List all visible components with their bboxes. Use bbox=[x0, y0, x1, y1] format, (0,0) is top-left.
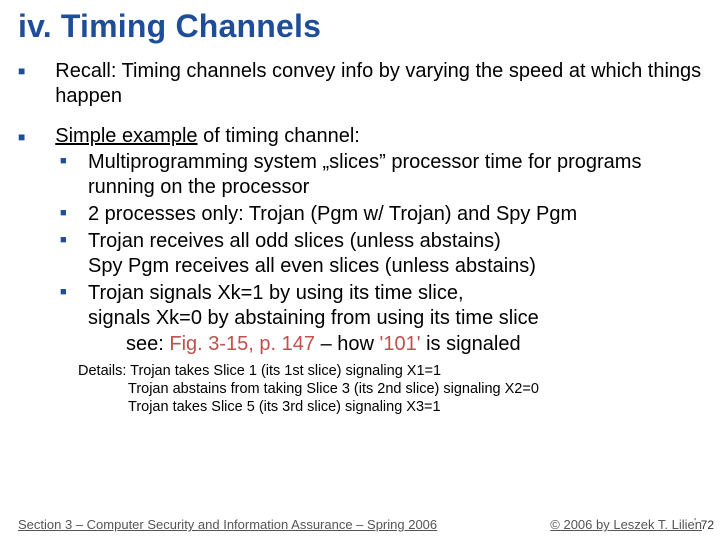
square-bullet-icon: ■ bbox=[18, 125, 25, 144]
see-value: '101' bbox=[380, 333, 421, 355]
details-line-1: Details: Trojan takes Slice 1 (its 1st s… bbox=[78, 362, 702, 380]
sub-bullet-1: ■ Multiprogramming system „slices” proce… bbox=[60, 150, 702, 200]
recall-text: Recall: Timing channels convey info by v… bbox=[55, 59, 702, 109]
sub-text-3: Trojan receives all odd slices (unless a… bbox=[88, 229, 536, 279]
stray-tick: ' bbox=[694, 517, 696, 528]
sub-bullet-4: ■ Trojan signals Xk=1 by using its time … bbox=[60, 281, 702, 331]
details-lead: Details: bbox=[78, 363, 130, 379]
details-line-3: Trojan takes Slice 5 (its 3rd slice) sig… bbox=[128, 398, 702, 416]
slide-title: iv. Timing Channels bbox=[18, 8, 702, 45]
details-l1: Trojan takes Slice 1 (its 1st slice) sig… bbox=[130, 363, 441, 379]
footer: Section 3 – Computer Security and Inform… bbox=[0, 517, 720, 532]
see-mid: – how bbox=[315, 333, 379, 355]
square-bullet-icon: ■ bbox=[60, 281, 88, 298]
details-block: Details: Trojan takes Slice 1 (its 1st s… bbox=[78, 362, 702, 416]
square-bullet-icon: ■ bbox=[18, 59, 25, 78]
sub-bullet-2: ■ 2 processes only: Trojan (Pgm w/ Troja… bbox=[60, 202, 702, 227]
footer-section: Section 3 – Computer Security and Inform… bbox=[18, 517, 437, 532]
sub-text-2: 2 processes only: Trojan (Pgm w/ Trojan)… bbox=[88, 202, 577, 227]
page-number: 72 bbox=[701, 518, 714, 532]
sub-bullet-list: ■ Multiprogramming system „slices” proce… bbox=[60, 150, 702, 331]
sub-bullet-3: ■ Trojan receives all odd slices (unless… bbox=[60, 229, 702, 279]
square-bullet-icon: ■ bbox=[60, 229, 88, 246]
details-line-2: Trojan abstains from taking Slice 3 (its… bbox=[128, 380, 702, 398]
sub-text-1: Multiprogramming system „slices” process… bbox=[88, 150, 702, 200]
see-fig-ref: Fig. 3-15, p. 147 bbox=[169, 333, 315, 355]
footer-copyright: © 2006 by Leszek T. Lilien bbox=[550, 517, 702, 532]
see-prefix: see: bbox=[126, 333, 169, 355]
example-rest: of timing channel: bbox=[198, 125, 360, 147]
slide: iv. Timing Channels ■ Recall: Timing cha… bbox=[0, 0, 720, 540]
square-bullet-icon: ■ bbox=[60, 150, 88, 167]
example-lead: Simple example of timing channel: bbox=[55, 125, 360, 148]
bullet-example: ■ Simple example of timing channel: bbox=[18, 125, 702, 148]
see-suffix: is signaled bbox=[421, 333, 521, 355]
sub-text-4: Trojan signals Xk=1 by using its time sl… bbox=[88, 281, 539, 331]
example-underline: Simple example bbox=[55, 125, 197, 147]
see-reference: see: Fig. 3-15, p. 147 – how '101' is si… bbox=[126, 333, 702, 356]
square-bullet-icon: ■ bbox=[60, 202, 88, 219]
bullet-recall: ■ Recall: Timing channels convey info by… bbox=[18, 59, 702, 109]
